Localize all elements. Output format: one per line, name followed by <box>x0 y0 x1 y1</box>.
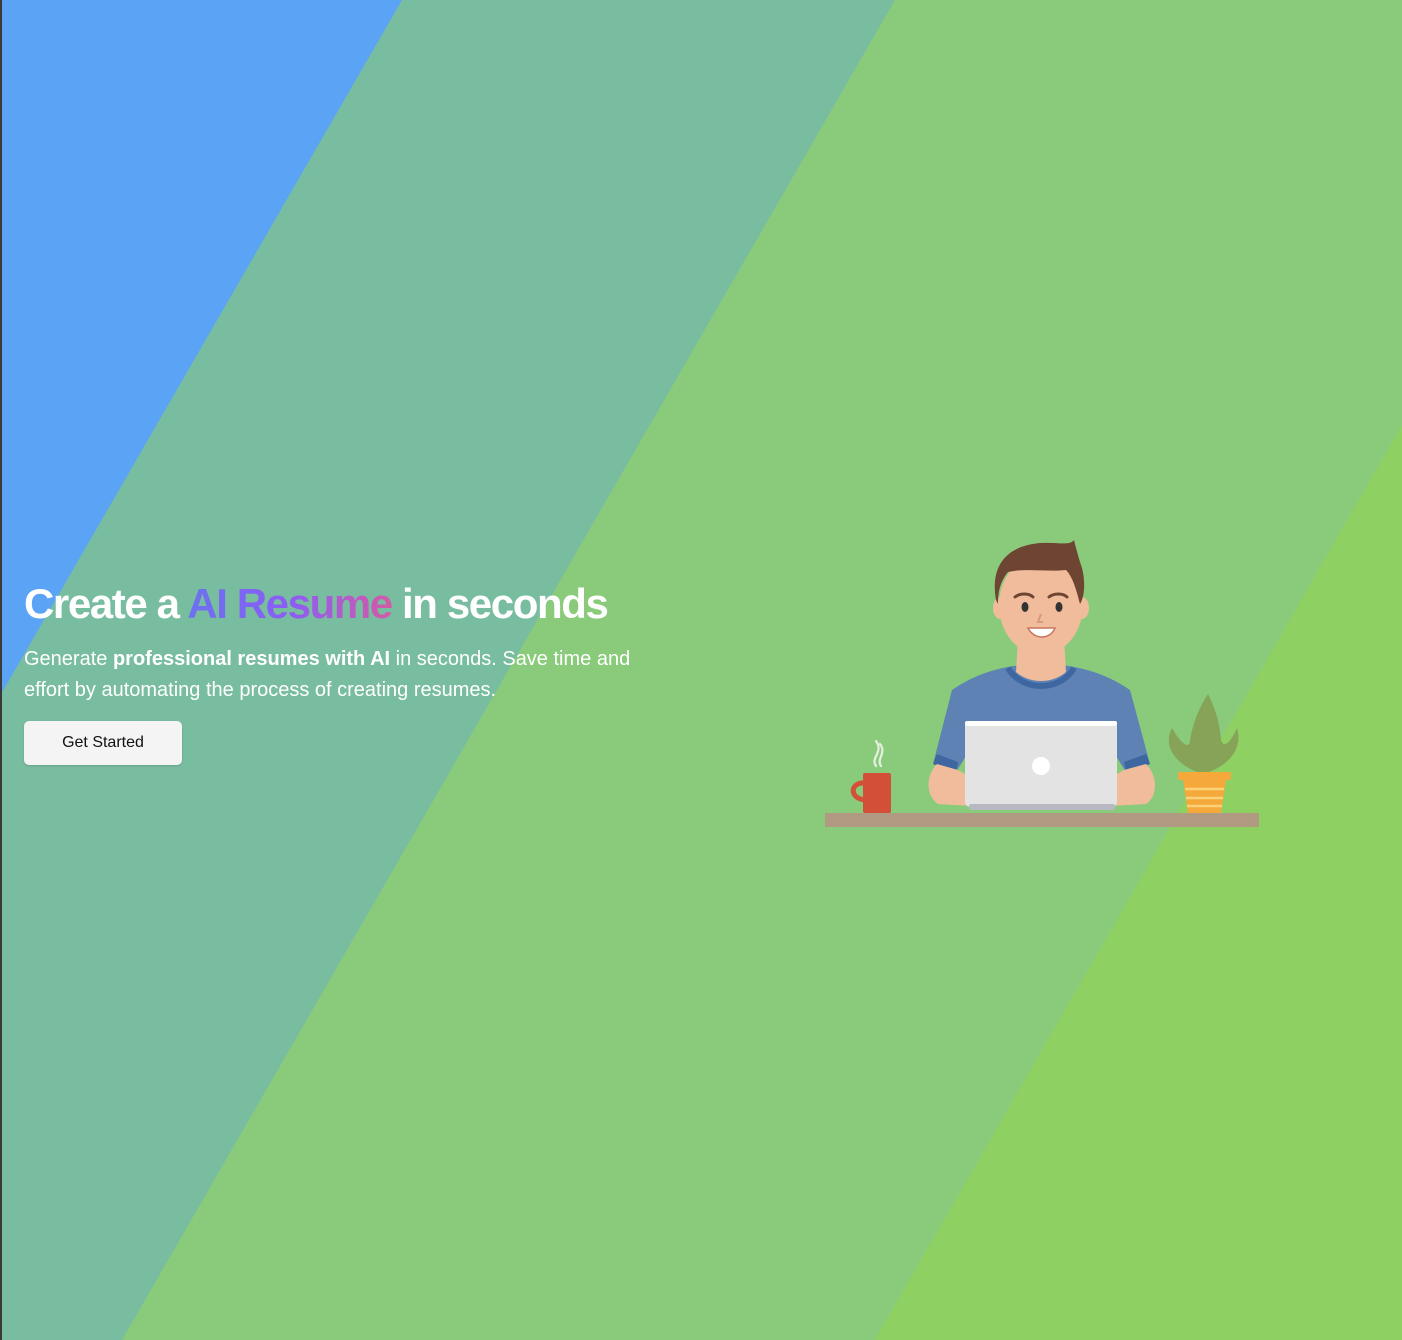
laptop-icon <box>965 721 1117 810</box>
potted-plant-icon <box>1168 694 1239 813</box>
hero-title-highlight: AI Resume <box>187 580 393 627</box>
hero-title-after: in seconds <box>391 580 609 627</box>
hero-desc-bold: professional resumes with AI <box>112 648 391 670</box>
desk <box>825 813 1259 827</box>
hero-title: Create a AI Resume in seconds <box>24 578 664 630</box>
window-left-edge <box>0 0 2 1340</box>
hero-title-before: Create a <box>24 580 188 627</box>
hero-description: Generate professional resumes with AI in… <box>24 644 634 706</box>
get-started-button[interactable]: Get Started <box>24 721 182 765</box>
steam-icon <box>873 739 884 768</box>
hero-section: Create a AI Resume in seconds Generate p… <box>24 578 664 765</box>
coffee-mug-icon <box>850 773 891 813</box>
person-at-laptop-illustration <box>825 540 1259 827</box>
hero-desc-prefix: Generate <box>24 648 113 670</box>
